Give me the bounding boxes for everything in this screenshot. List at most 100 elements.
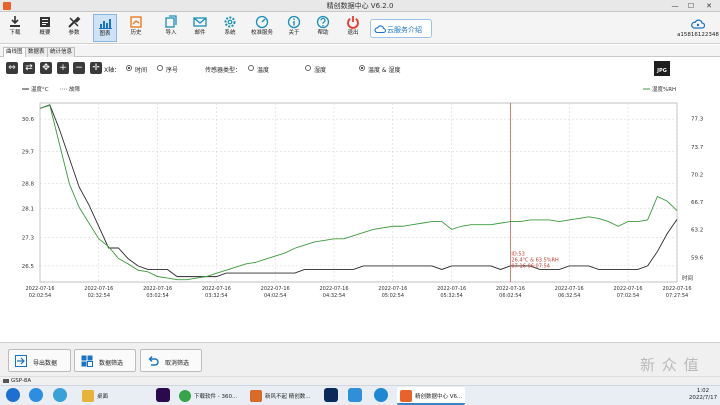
zoom-in-x-button[interactable]: ✥ [40, 62, 52, 74]
export-data-button[interactable]: 导出数据 [8, 349, 71, 372]
x-tick-time: 02:32:54 [88, 293, 110, 299]
x-tick-date: 2022-07-16 [143, 286, 172, 292]
legend-fault-label: 故障 [69, 85, 81, 93]
exit-button[interactable]: 退出 [341, 14, 365, 42]
x-tick-time: 07:27:54 [666, 293, 688, 299]
account-button[interactable]: a15816122348 [676, 15, 720, 43]
temperature-humidity-chart[interactable]: 温度°C 故障 湿度%RH ID:5326.4°C & 63.5%RH07-16 0… [0, 79, 720, 342]
fit-icon: ⇔ [8, 63, 16, 73]
calibration-icon [255, 15, 269, 29]
cancel-filter-button[interactable]: 取消筛选 [140, 349, 202, 372]
x-tick-date: 2022-07-16 [202, 286, 231, 292]
tab-statistics[interactable]: 统计信息 [47, 47, 76, 57]
x-tick-date: 2022-07-16 [25, 286, 54, 292]
zoom-fit-button[interactable]: ⇔ [6, 62, 18, 74]
summary-label: 概要 [39, 30, 51, 36]
main-toolbar: 下载 概要 参数 图表 历史 导入 邮件 系统 校准服务 关于 帮助 退出 云服… [0, 12, 720, 44]
sensor-humidity-radio[interactable] [305, 65, 311, 71]
sensor-type-label: 传感器类型： [205, 67, 242, 74]
calibration-button[interactable]: 校准服务 [249, 14, 275, 42]
export-data-label: 导出数据 [33, 360, 58, 367]
system-button[interactable]: 系统 [218, 14, 242, 42]
x-axis-time-radio[interactable] [126, 65, 132, 71]
chart-button[interactable]: 图表 [93, 14, 117, 42]
os-taskbar: 桌面 下载软件 - 360... 新风不起 精创数... 精创数据中心 V6..… [0, 385, 720, 405]
shrink-icon: ⇄ [25, 63, 33, 73]
import-icon [165, 15, 177, 28]
y-left-tick-label: 28.8 [22, 182, 35, 188]
x-tick-time: 04:02:54 [264, 293, 286, 299]
x-axis-index-label: 序号 [166, 67, 179, 74]
legend-humidity-label: 湿度%RH [652, 85, 676, 93]
download-button[interactable]: 下载 [3, 14, 27, 42]
y-right-tick-label: 77.3 [691, 117, 704, 123]
app-window: 精创数据中心 V6.2.0 — ☐ ✕ 下载 概要 参数 图表 历史 导入 邮件… [0, 0, 720, 405]
email-button[interactable]: 邮件 [188, 14, 212, 42]
system-clock[interactable]: 1:02 2022/7/17 [686, 388, 720, 402]
x-axis-time-label: 时间 [135, 67, 148, 74]
start-icon[interactable] [6, 388, 20, 402]
device-model: GSP-8A [11, 378, 32, 384]
x-tick-time: 05:02:54 [382, 293, 404, 299]
premiere-icon[interactable] [156, 388, 170, 402]
photoshop-icon[interactable] [324, 388, 338, 402]
cloud-service-label: 云服务介绍 [387, 26, 422, 34]
close-button[interactable]: ✕ [702, 1, 716, 11]
export-jpg-button[interactable]: JPG [654, 61, 670, 76]
exit-label: 退出 [347, 30, 359, 36]
x-tick-time: 06:32:54 [558, 293, 580, 299]
taskbar-desktop-label: 桌面 [97, 394, 109, 400]
minimize-button[interactable]: — [668, 1, 682, 11]
history-button[interactable]: 历史 [124, 14, 148, 42]
x-tick-time: 07:02:54 [617, 293, 639, 299]
x-axis-title: 时间 [682, 274, 693, 282]
info-icon [287, 15, 301, 29]
zoom-in-button[interactable]: + [57, 62, 69, 74]
taskbar-article-label: 新风不起 精创数... [265, 394, 311, 400]
x-axis-index-radio[interactable] [157, 65, 163, 71]
filter-data-label: 数据筛选 [99, 360, 124, 367]
history-label: 历史 [130, 30, 142, 36]
y-right-tick-label: 73.7 [691, 145, 704, 151]
taskbar-360-download[interactable]: 下载软件 - 360... [176, 387, 244, 405]
taskbar-desktop[interactable]: 桌面 [79, 387, 149, 405]
pan-button[interactable]: ✛ [90, 62, 102, 74]
move-icon: ✥ [42, 63, 50, 73]
x-tick-date: 2022-07-16 [84, 286, 113, 292]
browser-icon[interactable] [53, 388, 67, 402]
bird-app-icon[interactable] [348, 388, 362, 402]
help-label: 帮助 [317, 30, 329, 36]
tab-data-table[interactable]: 数据表 [25, 47, 48, 57]
sensor-temp-radio[interactable] [248, 65, 254, 71]
search-app-icon[interactable] [374, 388, 388, 402]
taskbar-data-center-label: 精创数据中心 V6... [415, 394, 463, 400]
chart-icon [99, 19, 112, 29]
y-left-tick-label: 29.7 [22, 149, 35, 155]
x-axis-label: X轴： [104, 67, 121, 74]
y-right-tick-label: 66.7 [691, 200, 704, 206]
clock-date: 2022/7/17 [688, 395, 718, 401]
maximize-button[interactable]: ☐ [684, 1, 698, 11]
y-right-tick-label: 70.2 [691, 172, 703, 178]
x-tick-date: 2022-07-16 [496, 286, 525, 292]
zoom-out-x-button[interactable]: ⇄ [23, 62, 35, 74]
k-app-icon[interactable] [29, 388, 43, 402]
about-button[interactable]: 关于 [282, 14, 306, 42]
summary-button[interactable]: 概要 [33, 14, 57, 42]
x-tick-time: 02:02:54 [29, 293, 51, 299]
cloud-service-button[interactable]: 云服务介绍 [370, 19, 432, 38]
taskbar-data-center[interactable]: 精创数据中心 V6... [397, 387, 465, 405]
undo-icon [148, 356, 159, 366]
taskbar-article[interactable]: 新风不起 精创数... [247, 387, 317, 405]
y-right-tick-label: 63.2 [691, 227, 703, 233]
tab-curve[interactable]: 曲线图 [3, 47, 26, 57]
sensor-both-radio[interactable] [359, 65, 365, 71]
help-button[interactable]: 帮助 [311, 14, 335, 42]
import-button[interactable]: 导入 [159, 14, 183, 42]
filter-data-button[interactable]: 数据筛选 [74, 349, 136, 372]
params-button[interactable]: 参数 [62, 14, 86, 42]
plot-area [39, 102, 678, 283]
download-icon [10, 16, 20, 27]
zoom-out-button[interactable]: − [73, 62, 85, 74]
x-tick-time: 05:32:54 [440, 293, 462, 299]
